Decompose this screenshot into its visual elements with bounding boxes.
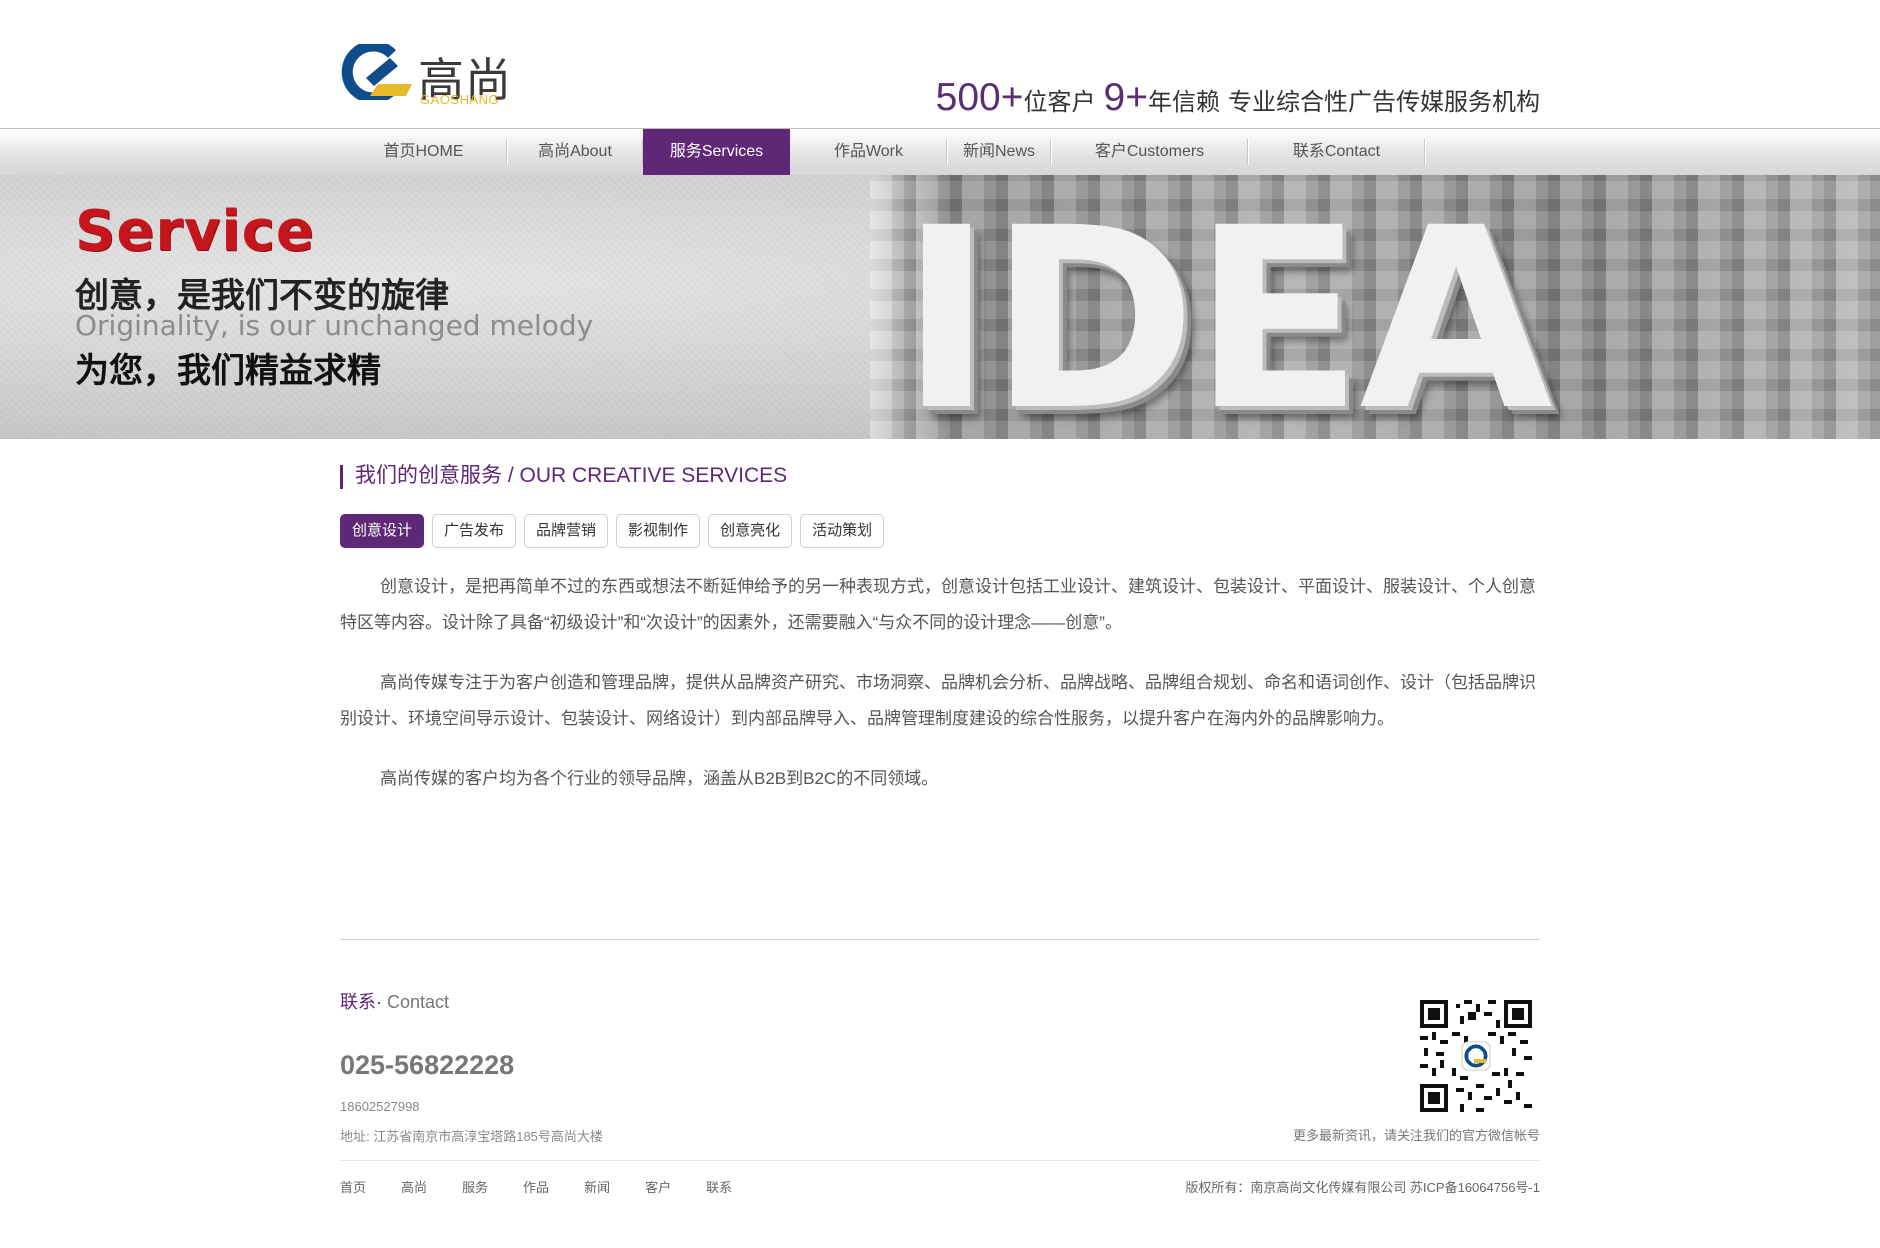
paragraph: 高尚传媒专注于为客户创造和管理品牌，提供从品牌资产研究、市场洞察、品牌机会分析、…	[340, 673, 1536, 728]
contact-mobile[interactable]: 18602527998	[340, 1099, 420, 1114]
footer-link-home[interactable]: 首页	[340, 1177, 366, 1196]
footer-link-services[interactable]: 服务	[462, 1177, 488, 1196]
nav-item-news[interactable]: 新闻News	[947, 129, 1051, 175]
contact-heading: 联系· Contact	[340, 988, 449, 1014]
nav-item-about[interactable]: 高尚About	[507, 129, 643, 175]
service-tabs: 创意设计 广告发布 品牌营销 影视制作 创意亮化 活动策划	[340, 514, 1540, 548]
tagline-clients-label: 位客户	[1023, 89, 1096, 116]
main-content: 我们的创意服务 / OUR CREATIVE SERVICES 创意设计 广告发…	[340, 465, 1540, 1207]
nav-item-home[interactable]: 首页HOME	[340, 129, 507, 175]
qr-code-icon	[1420, 1000, 1532, 1112]
tagline-years-number: 9+	[1103, 76, 1148, 119]
tagline-clients-number: 500+	[935, 76, 1024, 119]
banner-idea-word: IDEA	[900, 175, 1553, 440]
copyright: 版权所有：南京高尚文化传媒有限公司 苏ICP备16064756号-1	[1185, 1180, 1540, 1195]
qr-caption: 更多最新资讯，请关注我们的官方微信帐号	[1292, 1128, 1540, 1143]
footer-link-news[interactable]: 新闻	[584, 1177, 610, 1196]
footer-link-work[interactable]: 作品	[523, 1177, 549, 1196]
footer-bottom: 首页 高尚 服务 作品 新闻 客户 联系 版权所有：南京高尚文化传媒有限公司 苏…	[340, 1161, 1540, 1207]
header: 高尚 GAOSHANG 500+ 位客户 9+ 年信赖 专业综合性广告传媒服务机…	[340, 0, 1540, 128]
contact-address: 地址: 江苏省南京市高淳宝塔路185号高尚大楼	[340, 1129, 603, 1144]
banner-slogan-cn-2: 为您，我们精益求精	[75, 352, 381, 390]
nav-item-work[interactable]: 作品Work	[790, 129, 947, 175]
tab-ad-publishing[interactable]: 广告发布	[432, 514, 517, 548]
section-title: 我们的创意服务 / OUR CREATIVE SERVICES	[340, 465, 1540, 489]
tab-brand-marketing[interactable]: 品牌营销	[524, 514, 609, 548]
contact-heading-en: Contact	[382, 992, 450, 1012]
tagline: 500+ 位客户 9+ 年信赖 专业综合性广告传媒服务机构	[936, 76, 1540, 120]
tagline-description: 专业综合性广告传媒服务机构	[1228, 89, 1540, 116]
paragraph: 高尚传媒的客户均为各个行业的领导品牌，涵盖从B2B到B2C的不同领域。	[380, 769, 939, 788]
contact-phone[interactable]: 025-56822228	[340, 1050, 514, 1081]
footer-link-contact[interactable]: 联系	[706, 1177, 732, 1196]
tab-creative-design[interactable]: 创意设计	[340, 514, 425, 548]
logo-text-en: GAOSHANG	[420, 92, 500, 107]
contact-heading-cn: 联系·	[340, 992, 382, 1012]
tab-event-planning[interactable]: 活动策划	[800, 514, 885, 548]
logo[interactable]: 高尚 GAOSHANG	[340, 44, 520, 110]
tab-creative-lighting[interactable]: 创意亮化	[708, 514, 793, 548]
wechat-qr-code	[1420, 1000, 1532, 1112]
tagline-years-label: 年信赖	[1148, 89, 1220, 116]
nav-item-contact[interactable]: 联系Contact	[1248, 129, 1425, 175]
banner-slogan-en: Originality, is our unchanged melody	[75, 309, 594, 342]
logo-mark-icon	[341, 44, 412, 100]
paragraph: 创意设计，是把再简单不过的东西或想法不断延伸给予的另一种表现方式，创意设计包括工…	[340, 577, 1536, 632]
nav-item-customers[interactable]: 客户Customers	[1051, 129, 1248, 175]
footer-links: 首页 高尚 服务 作品 新闻 客户 联系	[340, 1177, 767, 1196]
footer-contact: 联系· Contact 025-56822228 18602527998 地址:…	[340, 940, 1540, 1160]
main-nav: 首页HOME 高尚About 服务Services 作品Work 新闻News …	[0, 128, 1880, 175]
banner-title: Service	[75, 199, 315, 264]
footer-link-about[interactable]: 高尚	[401, 1177, 427, 1196]
hero-banner: IDEA Service 创意，是我们不变的旋律 Originality, is…	[0, 175, 1880, 439]
tab-video-production[interactable]: 影视制作	[616, 514, 701, 548]
footer-link-customers[interactable]: 客户	[645, 1177, 671, 1196]
nav-item-services[interactable]: 服务Services	[643, 129, 790, 175]
